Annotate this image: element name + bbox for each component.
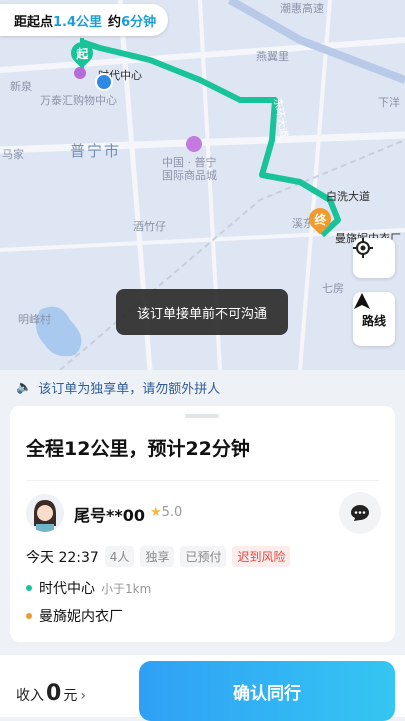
toast-message: 该订单接单前不可沟通	[116, 289, 288, 335]
route-button[interactable]: 路线	[353, 292, 395, 346]
poi-shopping-icon	[186, 136, 202, 152]
tag-passengers: 4人	[104, 546, 135, 567]
start-address: 时代中心 小于1km	[26, 578, 151, 598]
income-label: 收入	[16, 688, 44, 704]
map-label-xinjing: 新泉	[10, 80, 32, 93]
map-label-wantaihui: 万泰汇购物中心	[40, 94, 117, 107]
notice-text: 该订单为独享单，请勿额外拼人	[38, 381, 221, 397]
order-card[interactable]: 全程12公里，预计22分钟 尾号**00 ★5.0 今天 22:37 4人 独享…	[10, 406, 395, 642]
map-label-puning: 普宁市	[70, 142, 122, 160]
star-icon: ★	[150, 505, 162, 520]
map-label-mingfeng: 明峰村	[18, 313, 51, 326]
map-label-xiayang: 下洋	[378, 96, 400, 109]
distance-time: 6分钟	[121, 14, 157, 30]
start-address-text: 时代中心	[39, 581, 95, 597]
map-label-jiuzhu: 酒竹仔	[133, 220, 166, 233]
message-button[interactable]	[339, 492, 381, 534]
income-link[interactable]: 收入 0 元 ›	[16, 681, 86, 706]
route-label: 路线	[361, 313, 386, 328]
order-time: 今天 22:37	[26, 549, 99, 566]
exclusive-notice: 🔈 该订单为独享单，请勿额外拼人	[0, 372, 405, 402]
income-value: 0	[46, 681, 62, 706]
map-label-majia: 马家	[2, 148, 24, 161]
poi-mall-icon	[74, 67, 86, 79]
passenger-name: 尾号**00	[74, 506, 146, 525]
speaker-icon: 🔈	[16, 379, 33, 395]
start-distance-hint: 小于1km	[101, 581, 152, 596]
tag-late-risk: 迟到风险	[232, 546, 291, 567]
map-label-qifang: 七房	[322, 282, 344, 295]
map-label-intl: 中国 · 普宁 国际商品城	[162, 156, 217, 182]
start-dot	[26, 585, 32, 591]
confirm-button[interactable]: 确认同行	[139, 661, 395, 721]
end-address: 曼旖妮内衣厂	[26, 606, 123, 626]
map-label-yanjili: 燕翼里	[256, 50, 289, 63]
locate-button[interactable]	[353, 238, 395, 278]
income-unit: 元	[63, 688, 78, 704]
divider	[26, 480, 379, 481]
distance-banner: 距起点 1.4公里 约 6分钟	[0, 4, 169, 36]
current-location-icon	[95, 73, 113, 91]
navigation-arrow-icon	[354, 293, 370, 309]
tag-exclusive: 独享	[140, 546, 175, 567]
chat-icon	[351, 505, 369, 521]
order-meta: 今天 22:37 4人 独享 已预付 迟到风险	[26, 546, 291, 567]
distance-prefix: 距起点	[14, 14, 54, 30]
passenger-rating: ★5.0	[150, 505, 182, 520]
avatar	[26, 494, 64, 532]
bottom-bar: 收入 0 元 › 确认同行	[0, 655, 405, 721]
rating-value: 5.0	[161, 505, 183, 520]
end-address-text: 曼旖妮内衣厂	[39, 609, 123, 625]
distance-value: 1.4公里	[53, 14, 103, 30]
drag-handle[interactable]	[185, 414, 219, 418]
map-view[interactable]: 新泉 万泰汇购物中心 时代中心 燕翼里 下洋 马家 普宁市 中国 · 普宁 国际…	[0, 0, 405, 370]
tag-prepaid: 已预付	[180, 546, 227, 567]
start-marker-label: 起	[75, 46, 89, 61]
road-label-gaosu: 潮惠高速	[280, 2, 324, 15]
chevron-right-icon: ›	[80, 688, 86, 704]
trip-summary: 全程12公里，预计22分钟	[26, 438, 250, 460]
end-marker-label: 终	[313, 212, 327, 227]
end-dot	[26, 613, 32, 619]
locate-icon	[353, 238, 373, 258]
map-label-baiheng: 白洗大道	[326, 190, 370, 203]
distance-mid: 约	[108, 14, 122, 30]
